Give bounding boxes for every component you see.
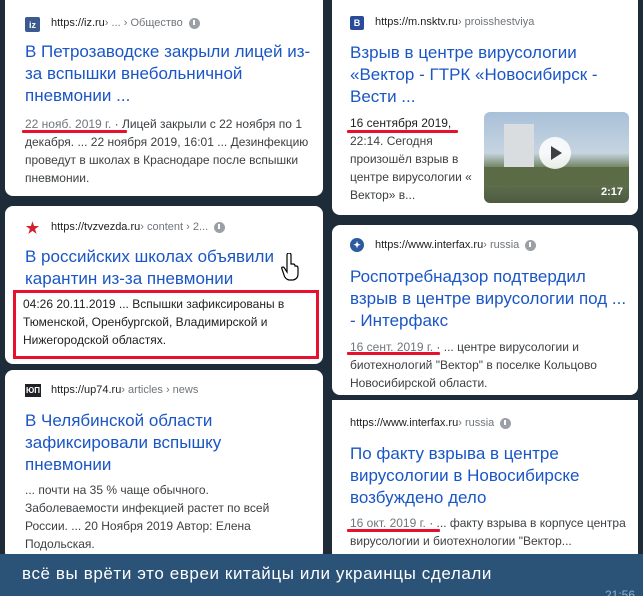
result-date: 16 сентября 2019, — [350, 116, 452, 130]
result-source[interactable]: https://up74.ru › articles › news — [51, 384, 198, 396]
result-date: 22 нояб. 2019 г. — [25, 117, 112, 131]
nsktv-favicon-icon: B — [350, 16, 364, 30]
result-snippet: 16 окт. 2019 г. · ... факту взрыва в кор… — [350, 516, 626, 548]
result-snippet: 16 сент. 2019 г. · ... центре вирусологи… — [350, 340, 597, 390]
play-icon[interactable] — [539, 137, 571, 169]
result-path: › content › 2... — [140, 221, 209, 233]
more-options-icon[interactable] — [214, 221, 226, 233]
red-underline — [347, 529, 440, 532]
result-host: https://www.interfax.ru — [375, 239, 484, 251]
result-snippet: 04:26 20.11.2019 ... Вспышки зафиксирова… — [23, 297, 285, 347]
result-host: https://m.nsktv.ru — [375, 16, 458, 28]
result-snippet: 22 нояб. 2019 г. · Лицей закрыли с 22 но… — [25, 117, 309, 185]
result-host: https://www.interfax.ru — [350, 417, 459, 429]
result-path: › russia — [458, 417, 495, 429]
search-result-card[interactable]: iz https://iz.ru › ... › Общество В Петр… — [5, 0, 323, 196]
up74-favicon-icon: ЮП — [25, 384, 41, 397]
result-snippet: ... почти на 35 % чаще обычного. Заболев… — [25, 483, 270, 551]
search-result-card[interactable]: ✦ https://www.interfax.ru › russia Роспо… — [332, 225, 638, 395]
result-source[interactable]: https://m.nsktv.ru › proisshestviya — [375, 16, 534, 28]
more-options-icon[interactable] — [188, 17, 200, 29]
result-title[interactable]: Роспотребнадзор подтвердил взрыв в центр… — [350, 266, 630, 332]
search-result-card[interactable]: https://www.interfax.ru › russia По факт… — [332, 400, 638, 560]
result-title[interactable]: В российских школах объявили карантин из… — [25, 246, 285, 290]
search-result-card[interactable]: ★ https://tvzvezda.ru › content › 2... В… — [5, 206, 323, 364]
result-source[interactable]: https://tvzvezda.ru › content › 2... — [51, 221, 226, 233]
video-duration: 2:17 — [600, 186, 623, 198]
message-time: 21:56 — [604, 588, 635, 596]
red-underline — [347, 130, 458, 133]
hand-cursor-icon — [281, 253, 299, 281]
more-options-icon[interactable] — [500, 417, 512, 429]
result-title[interactable]: В Челябинской области зафиксировали вспы… — [25, 410, 255, 476]
result-title[interactable]: Взрыв в центре вирусологии «Вектор - ГТР… — [350, 42, 630, 108]
result-source[interactable]: https://www.interfax.ru › russia — [375, 239, 537, 251]
search-result-card[interactable]: B https://m.nsktv.ru › proisshestviya Вз… — [332, 0, 638, 215]
result-host: https://up74.ru — [51, 384, 122, 396]
result-title[interactable]: По факту взрыва в центре вирусологии в Н… — [350, 443, 610, 509]
result-title[interactable]: В Петрозаводске закрыли лицей из-за вспы… — [25, 41, 315, 107]
result-path: › articles › news — [121, 384, 199, 396]
star-favicon-icon: ★ — [25, 219, 40, 237]
tree-shape — [484, 167, 629, 185]
result-path: › russia — [483, 239, 520, 251]
result-host: https://iz.ru — [51, 17, 105, 29]
interfax-favicon-icon: ✦ — [350, 238, 364, 252]
result-source[interactable]: https://iz.ru › ... › Общество — [51, 17, 200, 29]
iz-favicon-icon: iz — [25, 17, 40, 32]
result-date: 16 окт. 2019 г. — [350, 516, 426, 530]
search-result-card[interactable]: ЮП https://up74.ru › articles › news В Ч… — [5, 370, 323, 560]
red-underline — [22, 130, 127, 133]
more-options-icon[interactable] — [525, 239, 537, 251]
red-underline — [347, 352, 440, 355]
result-source[interactable]: https://www.interfax.ru › russia — [350, 417, 512, 429]
message-caption-bar: всё вы врёти это евреи китайцы или украи… — [0, 554, 643, 596]
result-snippet: 16 сентября 2019, 22:14. Сегодня произош… — [350, 116, 472, 202]
result-host: https://tvzvezda.ru — [51, 221, 141, 233]
result-path: › proisshestviya — [457, 16, 535, 28]
result-path: › ... › Общество — [104, 17, 183, 29]
video-thumbnail[interactable]: 2:17 — [484, 112, 629, 203]
caption-text: всё вы врёти это евреи китайцы или украи… — [22, 564, 493, 583]
